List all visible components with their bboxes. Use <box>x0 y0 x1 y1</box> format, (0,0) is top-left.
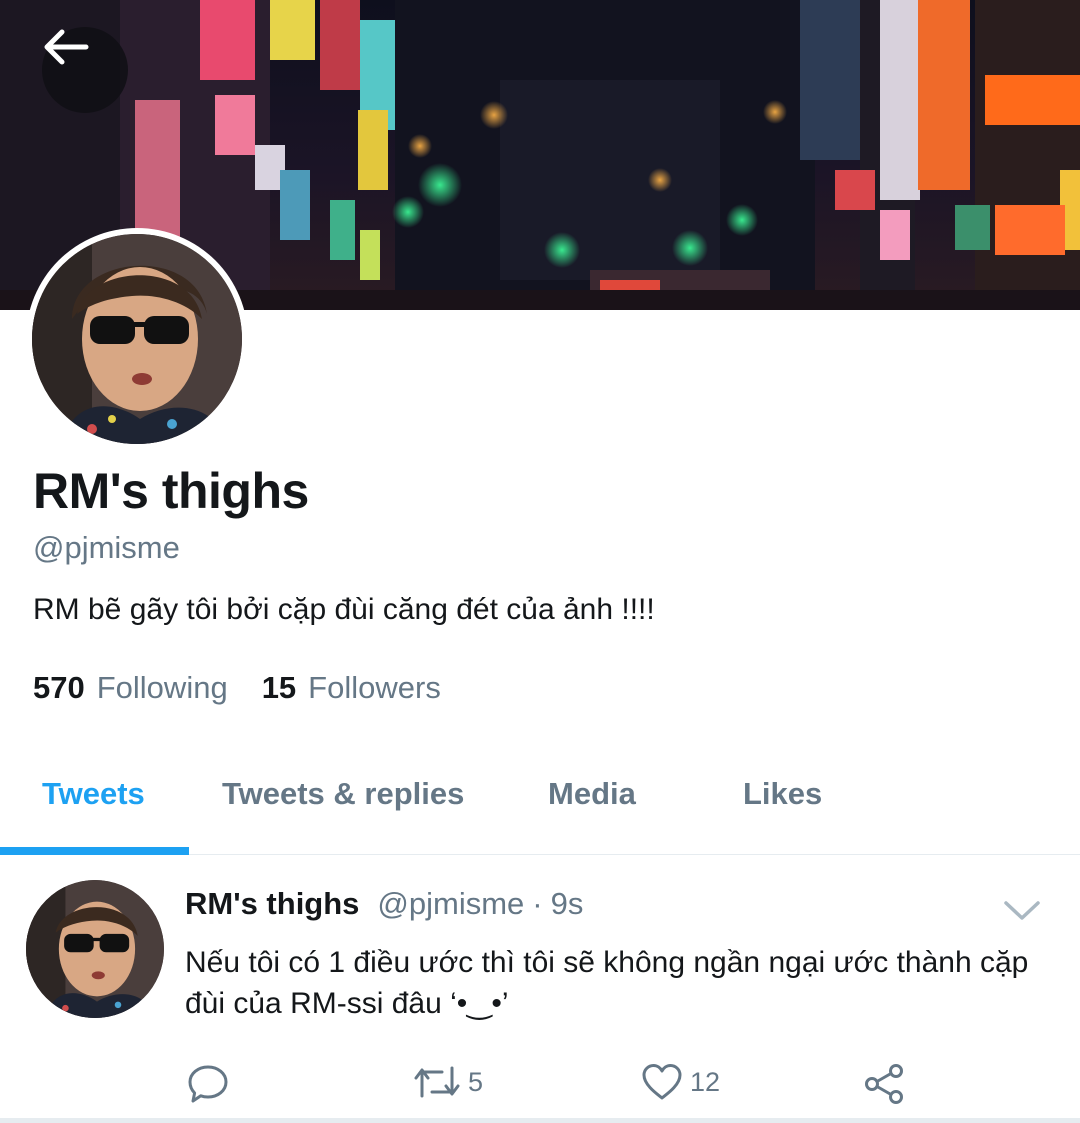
tab-tweets-replies[interactable]: Tweets & replies <box>222 776 464 812</box>
following-stat[interactable]: 570 Following <box>33 670 228 706</box>
following-count: 570 <box>33 670 85 705</box>
reply-button[interactable] <box>186 1062 230 1106</box>
share-icon <box>865 1064 903 1104</box>
heart-icon <box>642 1064 682 1100</box>
profile-stats: 570 Following 15 Followers <box>33 670 475 706</box>
profile-bio: RM bẽ gãy tôi bởi cặp đùi căng đét của ả… <box>33 593 655 626</box>
back-button[interactable] <box>42 27 128 113</box>
followers-stat[interactable]: 15 Followers <box>262 670 441 706</box>
retweet-button[interactable]: 5 <box>412 1062 483 1102</box>
followers-count: 15 <box>261 670 297 705</box>
retweet-count: 5 <box>468 1066 484 1097</box>
list-divider <box>0 1118 1080 1123</box>
retweet-icon <box>414 1066 460 1098</box>
tweet-separator: · <box>532 886 543 921</box>
chevron-down-icon <box>1004 901 1040 920</box>
profile-tabs: Tweets Tweets & replies Media Likes <box>0 752 1080 855</box>
tweet-timestamp: 9s <box>550 886 584 921</box>
tweet-menu-button[interactable] <box>1002 898 1042 929</box>
active-tab-indicator <box>0 847 189 855</box>
tab-likes[interactable]: Likes <box>743 776 822 812</box>
profile-avatar[interactable] <box>26 228 248 450</box>
tweet-text: Nếu tôi có 1 điều ước thì tôi sẽ không n… <box>185 946 1029 1020</box>
tab-media[interactable]: Media <box>548 776 636 812</box>
profile-handle: @pjmisme <box>33 530 180 565</box>
tweet-avatar[interactable] <box>26 880 164 1018</box>
avatar-image <box>32 234 242 444</box>
tweet-actions: 5 12 <box>0 1056 1080 1112</box>
following-label: Following <box>96 670 228 705</box>
back-arrow-icon <box>44 29 89 65</box>
followers-label: Followers <box>308 670 441 705</box>
tweet-author-name[interactable]: RM's thighs <box>185 886 359 922</box>
tweet-item[interactable]: RM's thighs @pjmisme · 9s Nếu tôi có 1 đ… <box>0 856 1080 1118</box>
like-count: 12 <box>690 1066 721 1097</box>
reply-icon <box>188 1065 228 1103</box>
profile-display-name: RM's thighs <box>33 463 309 519</box>
tweet-author-handle[interactable]: @pjmisme <box>377 886 524 922</box>
share-button[interactable] <box>862 1062 906 1106</box>
tweet-avatar-image <box>26 880 164 1018</box>
tab-tweets[interactable]: Tweets <box>42 776 145 812</box>
tweet-header: RM's thighs @pjmisme · 9s <box>185 886 583 922</box>
like-button[interactable]: 12 <box>640 1062 720 1102</box>
